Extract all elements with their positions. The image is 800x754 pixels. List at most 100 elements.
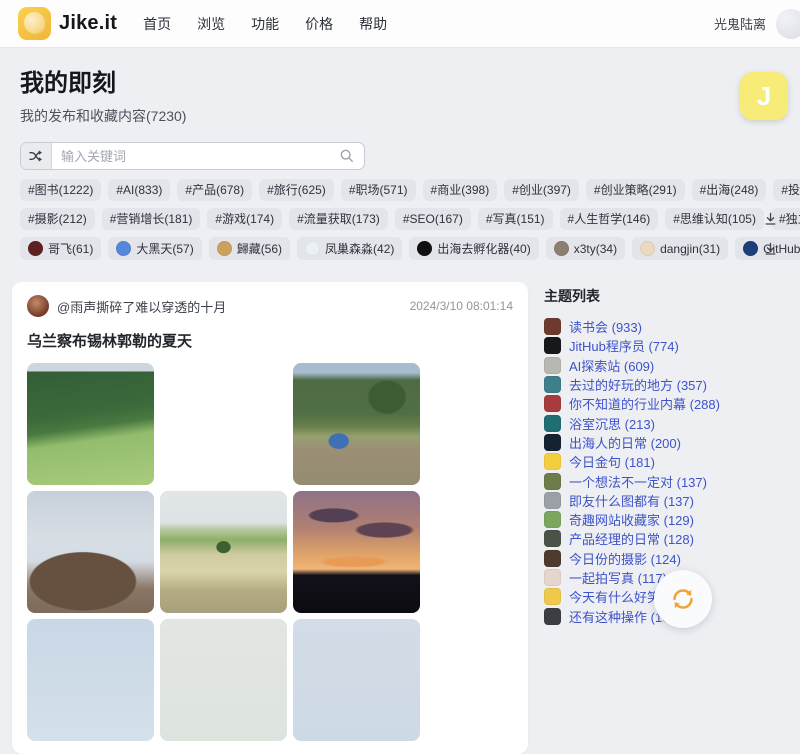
user-chip-avatar (116, 241, 131, 256)
user-avatar[interactable] (776, 9, 800, 39)
topic-avatar (544, 530, 561, 547)
user-chip[interactable]: 歸藏(56) (209, 237, 290, 260)
user-chip-avatar (640, 241, 655, 256)
search-submit[interactable] (339, 143, 364, 169)
nav-pricing[interactable]: 价格 (305, 14, 333, 34)
main-content: @雨声撕碎了难以穿透的十月 2024/3/10 08:01:14 乌兰察布锡林郭… (0, 282, 800, 754)
tag-chip[interactable]: #商业(398) (423, 179, 498, 201)
topic-label: 今日金句 (181) (569, 452, 655, 471)
post-photo-8[interactable] (160, 619, 287, 741)
user-chip-avatar (217, 241, 232, 256)
tag-row-1: #图书(1222) #AI(833) #产品(678) #旅行(625) #职场… (20, 179, 780, 201)
post-photo-5[interactable] (160, 491, 287, 613)
tag-chip[interactable]: #摄影(212) (20, 208, 95, 230)
tag-chip[interactable]: #创业策略(291) (586, 179, 685, 201)
download-users-button[interactable] (761, 239, 780, 258)
topic-item[interactable]: 浴室沉思 (213) (544, 414, 788, 431)
tag-chip[interactable]: #营销增长(181) (102, 208, 201, 230)
topic-label: 读书会 (933) (569, 317, 642, 336)
topic-item[interactable]: 产品经理的日常 (128) (544, 530, 788, 547)
topic-avatar (544, 569, 561, 586)
refresh-fab[interactable] (654, 570, 712, 628)
user-chip-label: 大黑天(57) (136, 242, 193, 256)
topic-item[interactable]: 读书会 (933) (544, 318, 788, 335)
user-chip-avatar (743, 241, 758, 256)
post-photo-3[interactable] (293, 363, 420, 485)
post-header: @雨声撕碎了难以穿透的十月 2024/3/10 08:01:14 (27, 295, 513, 317)
topic-label: 产品经理的日常 (128) (569, 529, 694, 548)
user-chip[interactable]: 哥飞(61) (20, 237, 101, 260)
user-chip[interactable]: x3ty(34) (546, 237, 625, 260)
topic-avatar (544, 357, 561, 374)
topic-item[interactable]: 今日份的摄影 (124) (544, 550, 788, 567)
topic-label: AI探索站 (609) (569, 356, 654, 375)
topic-avatar (544, 376, 561, 393)
topic-label: 今日份的摄影 (124) (569, 549, 681, 568)
tag-chip[interactable]: #创业(397) (504, 179, 579, 201)
topic-avatar (544, 492, 561, 509)
tag-chip[interactable]: #产品(678) (177, 179, 252, 201)
topic-avatar (544, 415, 561, 432)
tag-chip[interactable]: #投资(231) (773, 179, 800, 201)
topic-avatar (544, 550, 561, 567)
search-input[interactable] (52, 143, 339, 169)
tag-chip[interactable]: #写真(151) (478, 208, 553, 230)
logo[interactable]: Jike.it (18, 7, 117, 40)
user-chip-avatar (554, 241, 569, 256)
sidebar-title: 主题列表 (544, 286, 788, 306)
tag-chip[interactable]: #游戏(174) (207, 208, 282, 230)
tag-chip[interactable]: #职场(571) (341, 179, 416, 201)
topic-item[interactable]: 今日金句 (181) (544, 453, 788, 470)
tag-chip[interactable]: #旅行(625) (259, 179, 334, 201)
post-photo-2[interactable] (160, 363, 287, 485)
post-timestamp: 2024/3/10 08:01:14 (410, 299, 513, 313)
post-photo-9[interactable] (293, 619, 420, 741)
post-author-avatar[interactable] (27, 295, 49, 317)
nav-home[interactable]: 首页 (143, 14, 171, 34)
user-chip[interactable]: 凤巢森淼(42) (297, 237, 402, 260)
tag-chip[interactable]: #AI(833) (108, 179, 170, 201)
page-subtitle: 我的发布和收藏内容(7230) (20, 106, 780, 126)
shuffle-button[interactable] (21, 143, 52, 169)
post-photo-4[interactable] (27, 491, 154, 613)
post-photo-7[interactable] (27, 619, 154, 741)
topic-label: 你不知道的行业内幕 (288) (569, 394, 720, 413)
topic-avatar (544, 608, 561, 625)
tag-chip[interactable]: #SEO(167) (395, 208, 471, 230)
topic-item[interactable]: 去过的好玩的地方 (357) (544, 376, 788, 393)
jump-fab[interactable]: J (740, 72, 788, 120)
user-chip[interactable]: 大黑天(57) (108, 237, 201, 260)
topic-label: 一起拍写真 (117) (569, 568, 667, 587)
nav-help[interactable]: 帮助 (359, 14, 387, 34)
current-username[interactable]: 光鬼陆离 (714, 14, 766, 33)
topic-avatar (544, 473, 561, 490)
topic-item[interactable]: 奇趣网站收藏家 (129) (544, 511, 788, 528)
post-title: 乌兰察布锡林郭勒的夏天 (27, 330, 513, 351)
topic-item[interactable]: AI探索站 (609) (544, 357, 788, 374)
topic-item[interactable]: JitHub程序员 (774) (544, 337, 788, 354)
post-author-name[interactable]: @雨声撕碎了难以穿透的十月 (57, 297, 226, 316)
nav-browse[interactable]: 浏览 (197, 14, 225, 34)
topic-item[interactable]: 一个想法不一定对 (137) (544, 472, 788, 489)
topic-item[interactable]: 出海人的日常 (200) (544, 434, 788, 451)
tag-chip[interactable]: #人生哲学(146) (560, 208, 659, 230)
tag-chip[interactable]: #图书(1222) (20, 179, 101, 201)
tag-chip[interactable]: #出海(248) (692, 179, 767, 201)
topic-item[interactable]: 你不知道的行业内幕 (288) (544, 395, 788, 412)
post-photo-6[interactable] (293, 491, 420, 613)
topic-avatar (544, 434, 561, 451)
topic-item[interactable]: 即友什么图都有 (137) (544, 492, 788, 509)
topic-label: 一个想法不一定对 (137) (569, 472, 707, 491)
refresh-icon (670, 586, 696, 612)
post-photo-1[interactable] (27, 363, 154, 485)
download-tags-button[interactable] (761, 210, 780, 229)
user-chip[interactable]: dangjin(31) (632, 237, 728, 260)
user-chip-label: x3ty(34) (574, 242, 617, 256)
top-navbar: Jike.it 首页 浏览 功能 价格 帮助 光鬼陆离 (0, 0, 800, 48)
topic-avatar (544, 318, 561, 335)
tag-chip[interactable]: #思维认知(105) (665, 208, 764, 230)
nav-features[interactable]: 功能 (251, 14, 279, 34)
tag-chip[interactable]: #流量获取(173) (289, 208, 388, 230)
main-nav: 首页 浏览 功能 价格 帮助 (143, 14, 387, 34)
user-chip[interactable]: 出海去孵化器(40) (409, 237, 538, 260)
